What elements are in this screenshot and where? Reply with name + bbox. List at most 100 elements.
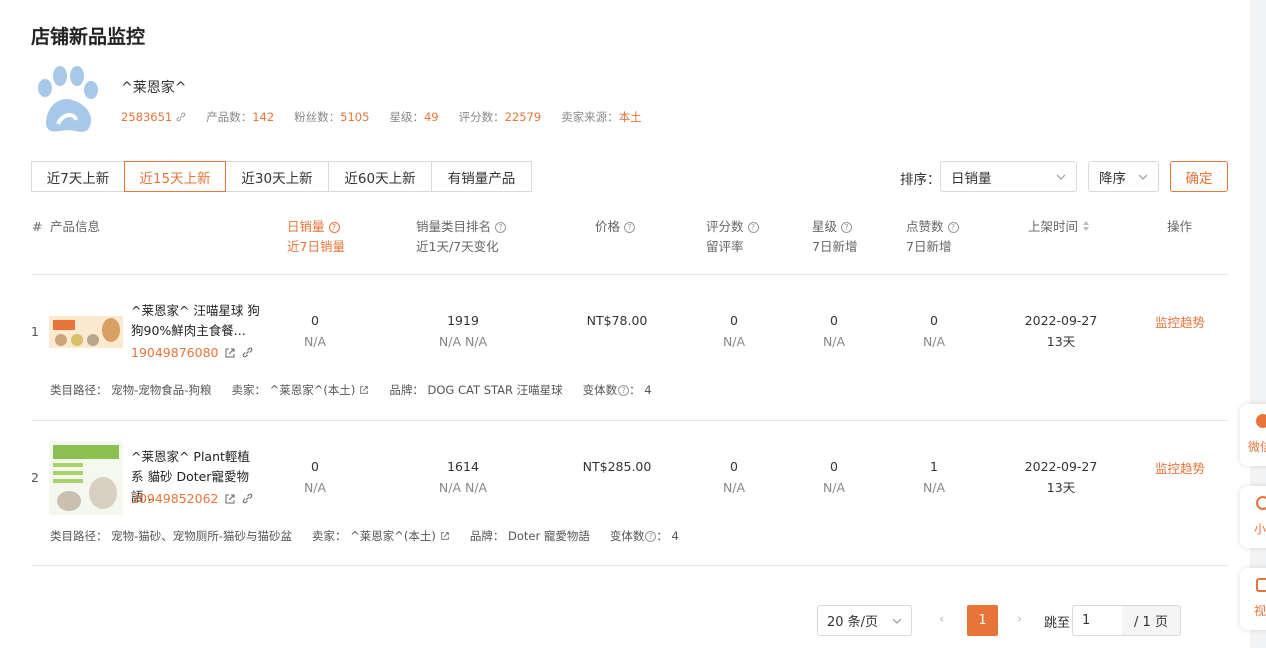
row-detail: 类目路径： 宠物-宠物食品-狗粮 卖家： ^莱恩家^(本土) 品牌： DOG C… xyxy=(50,382,672,398)
cell-listed: 2022-09-27 13天 xyxy=(1024,313,1098,349)
col-ops: 操作 xyxy=(1167,219,1193,234)
row-index: 1 xyxy=(31,324,39,339)
col-sales-7d[interactable]: 近7日销量 xyxy=(287,237,345,257)
cell-likes: 0 N/A xyxy=(922,313,946,349)
variants: 变体数?： 4 xyxy=(609,529,679,543)
page-1-button[interactable]: 1 xyxy=(967,605,998,636)
stat-fans: 粉丝数： 5105 xyxy=(294,110,370,124)
tab-30-days[interactable]: 近30天上新 xyxy=(225,161,329,192)
sort-icon[interactable] xyxy=(1082,220,1090,232)
video-icon xyxy=(1256,578,1266,592)
external-link-icon[interactable] xyxy=(224,347,236,359)
cell-rank: 1614 N/A N/A xyxy=(438,459,488,495)
product-thumbnail[interactable] xyxy=(49,296,123,370)
sort-field-select[interactable]: 日销量 xyxy=(940,161,1077,192)
variants: 变体数?： 4 xyxy=(582,383,652,397)
product-thumbnail[interactable] xyxy=(49,441,123,515)
chevron-down-icon xyxy=(1056,174,1066,180)
external-link-icon[interactable] xyxy=(440,531,450,541)
seller[interactable]: 卖家： ^莱恩家^(本土) xyxy=(231,382,369,398)
link-icon[interactable] xyxy=(176,112,186,122)
stat-stars: 星级： 49 xyxy=(389,110,439,124)
tab-60-days[interactable]: 近60天上新 xyxy=(328,161,432,192)
help-icon[interactable]: ? xyxy=(747,222,759,233)
circle-icon xyxy=(1256,496,1266,510)
external-link-icon[interactable] xyxy=(359,385,369,395)
sort-order-select[interactable]: 降序 xyxy=(1088,161,1159,192)
external-link-icon[interactable] xyxy=(224,493,236,505)
product-id[interactable]: 19049876080 xyxy=(131,345,253,360)
monitor-trend-link[interactable]: 监控趋势 xyxy=(1155,458,1205,477)
stat-products: 产品数： 142 xyxy=(206,110,275,124)
chat-icon xyxy=(1256,414,1266,428)
prev-page-button[interactable]: ‹ xyxy=(939,612,944,627)
cell-daily-sales: 0 N/A xyxy=(303,459,327,495)
col-reviews-sub: 留评率 xyxy=(706,239,744,254)
cell-likes: 1 N/A xyxy=(922,459,946,495)
divider xyxy=(31,420,1228,421)
col-price[interactable]: 价格? xyxy=(595,217,636,237)
category-path: 类目路径： 宠物-宠物食品-狗粮 xyxy=(50,383,212,397)
sort-label: 排序： xyxy=(900,172,941,188)
brand: 品牌： DOG CAT STAR 汪喵星球 xyxy=(389,383,563,397)
col-likes-sub: 7日新增 xyxy=(906,239,952,254)
col-likes[interactable]: 点赞数? xyxy=(906,217,959,237)
cell-reviews: 0 N/A xyxy=(722,459,746,495)
row-index: 2 xyxy=(31,470,39,485)
help-icon[interactable]: ? xyxy=(328,222,340,233)
mini-program-float-button[interactable]: 小 xyxy=(1240,486,1266,548)
shop-id[interactable]: 2583651 xyxy=(121,110,186,124)
cell-stars: 0 N/A xyxy=(822,459,846,495)
col-rank-sub: 近1天/7天变化 xyxy=(416,239,499,254)
monitor-trend-link[interactable]: 监控趋势 xyxy=(1155,312,1205,331)
seller[interactable]: 卖家： ^莱恩家^(本土) xyxy=(312,528,450,544)
tab-7-days[interactable]: 近7天上新 xyxy=(31,161,125,192)
product-id[interactable]: 20949852062 xyxy=(131,491,253,506)
help-icon[interactable]: ? xyxy=(618,384,630,396)
col-listed[interactable]: 上架时间 xyxy=(1028,217,1090,237)
date-range-tabs: 近7天上新 近15天上新 近30天上新 近60天上新 有销量产品 xyxy=(31,161,532,192)
chevron-down-icon xyxy=(892,618,902,624)
jump-page-input[interactable]: 1 xyxy=(1072,605,1123,636)
help-icon[interactable]: ? xyxy=(645,530,657,542)
next-page-button[interactable]: › xyxy=(1017,612,1022,627)
link-icon[interactable] xyxy=(242,493,253,504)
page-title: 店铺新品监控 xyxy=(31,26,146,48)
tab-15-days[interactable]: 近15天上新 xyxy=(124,161,226,192)
col-product: 产品信息 xyxy=(50,219,101,234)
cell-listed: 2022-09-27 13天 xyxy=(1024,459,1098,495)
row-detail: 类目路径： 宠物-猫砂、宠物厕所-猫砂与猫砂盆 卖家： ^莱恩家^(本土) 品牌… xyxy=(50,528,699,544)
chevron-down-icon xyxy=(1138,174,1148,180)
brand: 品牌： Doter 寵愛物語 xyxy=(469,529,590,543)
shop-avatar-paw-icon xyxy=(38,66,98,132)
video-float-button[interactable]: 视 xyxy=(1240,568,1266,630)
stat-reviews: 评分数： 22579 xyxy=(458,110,542,124)
main-card: 店铺新品监控 ^莱恩家^ 2583651 产品数： 142 粉丝数： 5105 星级… xyxy=(0,0,1250,648)
page-size-select[interactable]: 20 条/页 xyxy=(817,605,912,636)
product-name-link[interactable]: ^莱恩家^ 汪喵星球 狗狗90%鮮肉主食餐... xyxy=(131,301,261,341)
cell-stars: 0 N/A xyxy=(822,313,846,349)
col-num: # xyxy=(32,219,43,234)
shop-name: ^莱恩家^ xyxy=(121,80,187,96)
cell-daily-sales: 0 N/A xyxy=(303,313,327,349)
link-icon[interactable] xyxy=(242,347,253,358)
divider xyxy=(31,274,1228,275)
col-rank[interactable]: 销量类目排名? xyxy=(416,217,507,237)
col-stars-sub: 7日新增 xyxy=(812,239,858,254)
total-pages: / 1 页 xyxy=(1122,605,1181,636)
cell-price: NT$78.00 xyxy=(586,313,648,328)
category-path: 类目路径： 宠物-猫砂、宠物厕所-猫砂与猫砂盆 xyxy=(50,529,292,543)
col-reviews[interactable]: 评分数? xyxy=(706,217,759,237)
tab-with-sales[interactable]: 有销量产品 xyxy=(431,161,532,192)
help-icon[interactable]: ? xyxy=(624,222,636,233)
help-icon[interactable]: ? xyxy=(495,222,507,233)
help-icon[interactable]: ? xyxy=(947,222,959,233)
col-daily-sales[interactable]: 日销量? xyxy=(287,217,340,237)
cell-reviews: 0 N/A xyxy=(722,313,746,349)
cell-rank: 1919 N/A N/A xyxy=(438,313,488,349)
jump-label: 跳至 xyxy=(1044,616,1071,631)
col-stars[interactable]: 星级? xyxy=(812,217,853,237)
confirm-button[interactable]: 确定 xyxy=(1170,161,1228,192)
help-icon[interactable]: ? xyxy=(841,222,853,233)
wechat-float-button[interactable]: 微信 xyxy=(1240,404,1266,466)
